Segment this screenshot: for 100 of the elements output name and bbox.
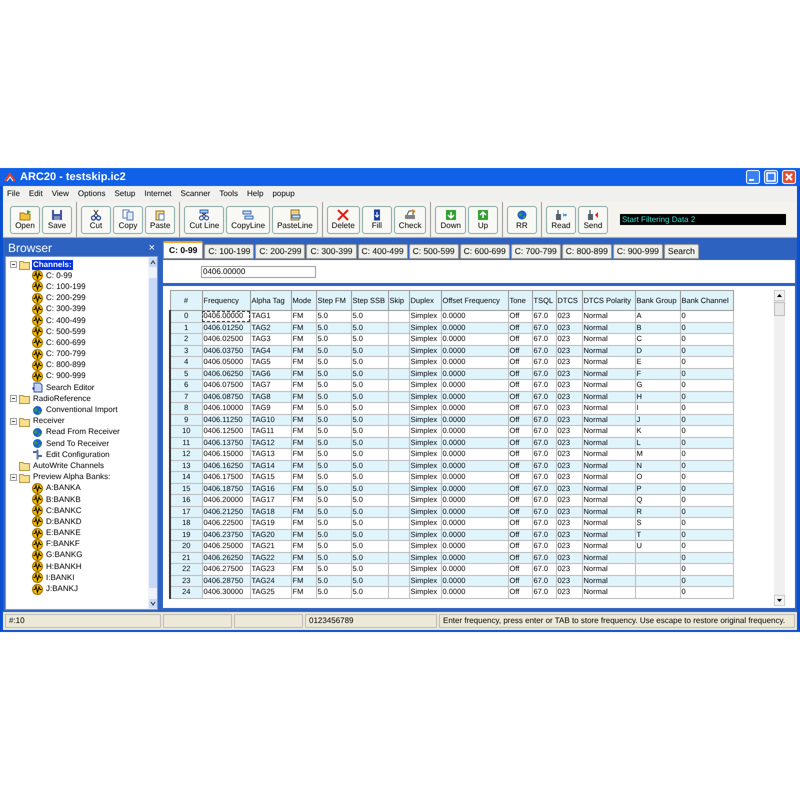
toolbar-button[interactable]: Save bbox=[42, 206, 72, 234]
toolbar-button[interactable]: Cut Line bbox=[184, 206, 224, 234]
tab[interactable]: C: 800-899 bbox=[562, 244, 612, 259]
tree-item[interactable]: C: 300-399 bbox=[45, 304, 87, 314]
tree-item[interactable]: C: 600-699 bbox=[45, 338, 87, 348]
menu-item[interactable]: Help bbox=[247, 188, 264, 200]
tree-item[interactable]: G:BANKG bbox=[45, 550, 84, 560]
globe-icon bbox=[32, 426, 43, 438]
tab[interactable]: C: 100-199 bbox=[204, 244, 254, 259]
toolbar-button[interactable]: Cut bbox=[81, 206, 111, 234]
copy-line-icon bbox=[242, 209, 254, 221]
tree-item[interactable]: RadioReference bbox=[32, 394, 92, 404]
collapse-icon[interactable] bbox=[10, 261, 17, 268]
tree-item[interactable]: Search Editor bbox=[45, 382, 96, 393]
scroll-down-icon[interactable] bbox=[148, 599, 156, 608]
toolbar-button[interactable]: Open bbox=[10, 206, 40, 234]
tree-item[interactable]: C: 0-99 bbox=[45, 270, 74, 281]
tree-item[interactable]: A:BANKA bbox=[45, 483, 82, 494]
tab[interactable]: C: 500-599 bbox=[408, 244, 459, 259]
tree-item[interactable]: Send To Receiver bbox=[45, 438, 110, 449]
menu-item[interactable]: popup bbox=[272, 188, 295, 200]
toolbar-button[interactable]: Send bbox=[578, 206, 608, 234]
wave-badge-icon bbox=[32, 304, 43, 315]
scroll-down-icon[interactable] bbox=[774, 595, 785, 606]
scroll-thumb[interactable] bbox=[148, 278, 156, 588]
tree-item[interactable]: Conventional Import bbox=[45, 405, 119, 416]
close-icon[interactable] bbox=[782, 170, 796, 184]
menu-item[interactable]: Options bbox=[78, 188, 106, 200]
radio-send-icon bbox=[586, 209, 599, 221]
toolbar-button[interactable]: Paste bbox=[145, 206, 176, 234]
tree-item[interactable]: C: 100-199 bbox=[45, 282, 87, 292]
tab[interactable]: C: 0-99 bbox=[163, 241, 204, 259]
wave-badge-icon bbox=[32, 516, 43, 528]
tree-item[interactable]: Edit Configuration bbox=[45, 450, 111, 460]
folder-icon bbox=[19, 393, 30, 404]
tree-item[interactable]: C: 800-899 bbox=[45, 360, 87, 370]
tab[interactable]: C: 400-499 bbox=[358, 244, 408, 259]
tree-item[interactable]: Preview Alpha Banks: bbox=[32, 472, 112, 482]
tree-item[interactable]: AutoWrite Channels bbox=[32, 460, 105, 471]
tree-item[interactable]: C: 700-799 bbox=[45, 349, 87, 360]
toolbar-button[interactable]: PasteLine bbox=[272, 206, 318, 234]
toolbar-button[interactable]: Up bbox=[468, 206, 498, 234]
wave-badge-icon bbox=[32, 538, 43, 550]
tree-item[interactable]: H:BANKH bbox=[45, 562, 83, 572]
menu-item[interactable]: Internet bbox=[144, 188, 172, 200]
tree-item[interactable]: E:BANKE bbox=[45, 528, 82, 538]
menu-item[interactable]: View bbox=[52, 188, 69, 200]
scroll-up-icon[interactable] bbox=[774, 290, 785, 301]
collapse-icon[interactable] bbox=[10, 395, 17, 402]
scroll-up-icon[interactable] bbox=[148, 258, 156, 267]
tree-item[interactable]: F:BANKF bbox=[45, 539, 81, 550]
wave-badge-icon bbox=[32, 315, 43, 326]
wave-badge-icon bbox=[32, 370, 43, 382]
tree-item[interactable]: C: 200-299 bbox=[45, 293, 87, 304]
tree-item[interactable]: B:BANKB bbox=[45, 494, 82, 505]
tab[interactable]: C: 900-999 bbox=[612, 244, 663, 259]
wave-badge-icon bbox=[32, 292, 43, 304]
menu-item[interactable]: Tools bbox=[219, 188, 238, 200]
toolbar-button[interactable]: Fill bbox=[362, 206, 392, 234]
tree-item[interactable]: D:BANKD bbox=[45, 516, 83, 527]
toolbar-button[interactable]: Delete bbox=[326, 206, 360, 234]
close-button[interactable]: × bbox=[148, 242, 155, 254]
tree-item[interactable]: J:BANKJ bbox=[45, 584, 80, 594]
toolbar-button[interactable]: Down bbox=[435, 206, 466, 234]
menu-item[interactable]: Edit bbox=[28, 188, 43, 200]
settings-icon bbox=[32, 449, 43, 460]
frequency-field[interactable]: 0406.00000 bbox=[201, 266, 316, 278]
toolbar-button[interactable]: Read bbox=[546, 206, 576, 234]
collapse-icon[interactable] bbox=[10, 474, 17, 481]
tree-item[interactable]: C: 400-499 bbox=[45, 316, 87, 326]
tab[interactable]: C: 700-799 bbox=[510, 244, 561, 259]
status-display: Start Filtering Data 2 bbox=[620, 214, 786, 225]
menu-item[interactable]: File bbox=[7, 188, 20, 200]
menu-item[interactable]: Setup bbox=[114, 188, 136, 200]
scrollbar[interactable] bbox=[148, 257, 157, 609]
tab[interactable]: C: 200-299 bbox=[255, 244, 306, 259]
tree-item[interactable]: I:BANKI bbox=[45, 572, 76, 583]
toolbar-button[interactable]: RR bbox=[506, 206, 537, 234]
tab[interactable]: C: 300-399 bbox=[306, 244, 357, 259]
scrollbar[interactable] bbox=[774, 290, 785, 606]
collapse-icon[interactable] bbox=[10, 418, 17, 425]
folder-icon bbox=[19, 460, 30, 472]
tree-item[interactable]: C:BANKC bbox=[45, 506, 83, 516]
tree-item[interactable]: Receiver bbox=[32, 416, 66, 426]
toolbar-button[interactable]: Copy bbox=[113, 206, 143, 234]
wave-badge-icon bbox=[32, 360, 43, 371]
tree-item[interactable]: Read From Receiver bbox=[45, 427, 121, 438]
toolbar-button[interactable]: Check bbox=[394, 206, 426, 234]
scroll-thumb[interactable] bbox=[774, 302, 785, 316]
status-text: Enter frequency, press enter or TAB to store frequency. Use escape to restore original frequency. bbox=[439, 614, 795, 628]
tree-item[interactable]: C: 500-599 bbox=[45, 326, 87, 337]
minimize-icon[interactable] bbox=[746, 170, 760, 184]
tree-item[interactable]: C: 900-999 bbox=[45, 371, 87, 382]
tab[interactable]: Search bbox=[664, 244, 699, 259]
menu-item[interactable]: Scanner bbox=[180, 188, 210, 200]
tab[interactable]: C: 600-699 bbox=[460, 244, 510, 259]
toolbar-button[interactable]: CopyLine bbox=[226, 206, 270, 234]
tree-item[interactable]: Channels: bbox=[32, 260, 73, 270]
maximize-icon[interactable] bbox=[764, 170, 778, 184]
wave-badge-icon bbox=[32, 550, 43, 561]
